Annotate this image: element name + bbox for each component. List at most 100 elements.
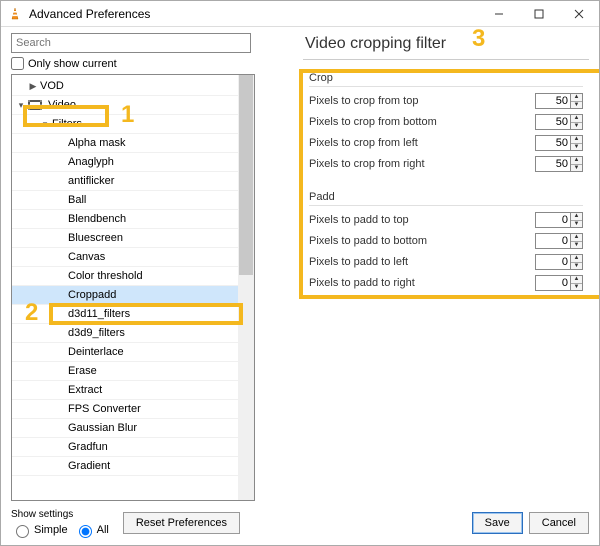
panel-title: Video cropping filter [305,35,589,53]
scrollbar-thumb[interactable] [239,75,253,275]
show-settings-group: Show settings Simple All [11,509,109,538]
tree-item-filter[interactable]: Croppadd [12,286,254,305]
spin-input[interactable]: 50 [535,135,571,151]
chevron-down-icon: ▾ [16,100,26,111]
spin-up-icon[interactable]: ▲ [571,94,582,102]
tree-label: Croppadd [68,289,116,301]
tree-item-filter[interactable]: Blendbench [12,210,254,229]
spin-down-icon[interactable]: ▼ [571,102,582,109]
tree-item-video[interactable]: ▾ Video [12,96,254,115]
tree-label: Canvas [68,251,105,263]
field-label: Pixels to crop from top [309,95,535,107]
maximize-button[interactable] [519,1,559,27]
tree-item-filter[interactable]: Color threshold [12,267,254,286]
field-label: Pixels to padd to right [309,277,535,289]
tree-item-filter[interactable]: Alpha mask [12,134,254,153]
spin-down-icon[interactable]: ▼ [571,144,582,151]
spin-buttons[interactable]: ▲▼ [571,135,583,151]
spin-down-icon[interactable]: ▼ [571,123,582,130]
cancel-button[interactable]: Cancel [529,512,589,534]
tree-item-vod[interactable]: ▶ VOD [12,77,254,96]
tree-label: Gaussian Blur [68,422,137,434]
spin-input[interactable]: 0 [535,254,571,270]
spin-input[interactable]: 0 [535,275,571,291]
spin-up-icon[interactable]: ▲ [571,115,582,123]
spin-up-icon[interactable]: ▲ [571,276,582,284]
tree-item-filter[interactable]: Erase [12,362,254,381]
tree-label: d3d9_filters [68,327,125,339]
spin-up-icon[interactable]: ▲ [571,255,582,263]
tree-item-filter[interactable]: Gradfun [12,438,254,457]
spin-buttons[interactable]: ▲▼ [571,254,583,270]
tree-label: Deinterlace [68,346,124,358]
spin-down-icon[interactable]: ▼ [571,221,582,228]
group-crop: Crop Pixels to crop from top50▲▼Pixels t… [303,68,589,181]
tree-label: Color threshold [68,270,143,282]
tree-item-filter[interactable]: d3d11_filters [12,305,254,324]
tree-item-filters[interactable]: ▾ Filters [12,115,254,134]
tree-item-filter[interactable]: antiflicker [12,172,254,191]
radio-simple[interactable]: Simple [11,522,68,538]
spin-input[interactable]: 50 [535,156,571,172]
scrollbar[interactable] [238,75,254,500]
minimize-button[interactable] [479,1,519,27]
tree-label: Ball [68,194,86,206]
spin-input[interactable]: 0 [535,233,571,249]
tree-item-filter[interactable]: Ball [12,191,254,210]
tree-label: Erase [68,365,97,377]
group-header-crop: Crop [309,72,583,87]
spin-down-icon[interactable]: ▼ [571,242,582,249]
spin-down-icon[interactable]: ▼ [571,284,582,291]
field-row: Pixels to crop from top50▲▼ [309,91,583,111]
tree-label: Extract [68,384,102,396]
tree-item-filter[interactable]: Deinterlace [12,343,254,362]
tree-label: Filters [52,118,82,130]
tree-label: FPS Converter [68,403,141,415]
field-row: Pixels to crop from left50▲▼ [309,133,583,153]
spin-buttons[interactable]: ▲▼ [571,233,583,249]
body: Only show current ▶ VOD ▾ Video ▾ Fi [1,27,599,501]
spin-down-icon[interactable]: ▼ [571,263,582,270]
tree-item-filter[interactable]: d3d9_filters [12,324,254,343]
tree-item-filter[interactable]: Extract [12,381,254,400]
spin-buttons[interactable]: ▲▼ [571,275,583,291]
field-row: Pixels to padd to top0▲▼ [309,210,583,230]
spin-input[interactable]: 50 [535,114,571,130]
tree-label: Anaglyph [68,156,114,168]
spin-down-icon[interactable]: ▼ [571,165,582,172]
close-button[interactable] [559,1,599,27]
spin-up-icon[interactable]: ▲ [571,213,582,221]
spin-input[interactable]: 0 [535,212,571,228]
tree-item-filter[interactable]: Bluescreen [12,229,254,248]
tree-item-filter[interactable]: Gaussian Blur [12,419,254,438]
spin-buttons[interactable]: ▲▼ [571,156,583,172]
reset-preferences-button[interactable]: Reset Preferences [123,512,240,534]
right-panel: Video cropping filter Crop Pixels to cro… [297,27,599,501]
tree-item-filter[interactable]: Canvas [12,248,254,267]
field-label: Pixels to crop from left [309,137,535,149]
group-padd: Padd Pixels to padd to top0▲▼Pixels to p… [303,187,589,300]
spin-input[interactable]: 50 [535,93,571,109]
spin-buttons[interactable]: ▲▼ [571,212,583,228]
window: Advanced Preferences Only show current ▶… [0,0,600,546]
search-input[interactable] [11,33,251,53]
tree-item-filter[interactable]: Anaglyph [12,153,254,172]
field-row: Pixels to padd to right0▲▼ [309,273,583,293]
only-show-current-label: Only show current [28,58,117,70]
radio-all[interactable]: All [74,522,109,538]
tree-item-filter[interactable]: FPS Converter [12,400,254,419]
field-row: Pixels to padd to bottom0▲▼ [309,231,583,251]
chevron-down-icon: ▾ [40,119,50,130]
field-row: Pixels to padd to left0▲▼ [309,252,583,272]
spin-up-icon[interactable]: ▲ [571,157,582,165]
spin-buttons[interactable]: ▲▼ [571,93,583,109]
spin-up-icon[interactable]: ▲ [571,136,582,144]
spin-up-icon[interactable]: ▲ [571,234,582,242]
spin-buttons[interactable]: ▲▼ [571,114,583,130]
only-show-current-checkbox[interactable] [11,57,24,70]
field-row: Pixels to crop from right50▲▼ [309,154,583,174]
field-label: Pixels to padd to top [309,214,535,226]
tree-label: d3d11_filters [68,308,130,320]
save-button[interactable]: Save [472,512,523,534]
tree-item-filter[interactable]: Gradient [12,457,254,476]
